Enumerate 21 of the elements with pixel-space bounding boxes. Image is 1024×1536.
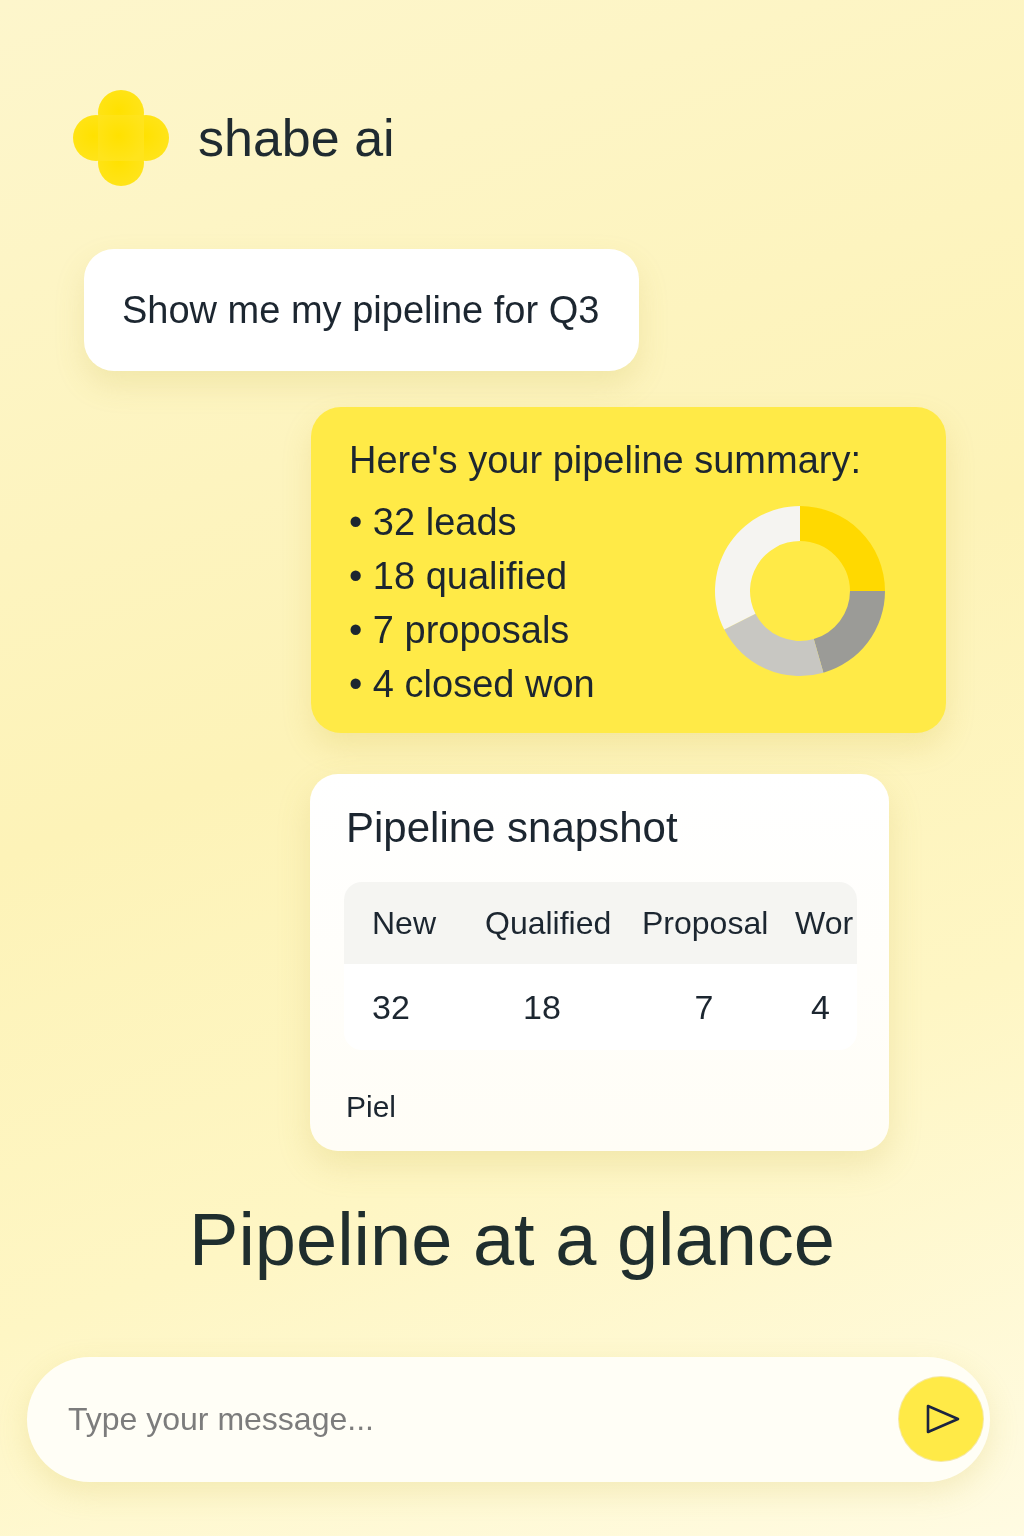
table-cell-text: 18 bbox=[522, 986, 562, 1028]
flower-logo-icon bbox=[73, 90, 169, 186]
card-footer-text: Piel bbox=[346, 1089, 397, 1125]
list-item: • 32 leads bbox=[349, 500, 517, 545]
app-name: shabe ai bbox=[198, 108, 395, 168]
table-cell-text: 32 bbox=[371, 986, 411, 1028]
list-item: • 7 proposals bbox=[349, 608, 570, 653]
column-header: Proposal bbox=[624, 882, 784, 964]
table-cell-text: 4 bbox=[810, 986, 831, 1028]
column-header: Wor bbox=[784, 882, 857, 964]
list-item: • 4 closed won bbox=[349, 662, 595, 707]
card-title: Pipeline snapshot bbox=[346, 803, 678, 853]
send-icon bbox=[926, 1404, 960, 1434]
message-title: Here's your pipeline summary: bbox=[349, 438, 861, 483]
column-header: Qualified bbox=[460, 882, 624, 964]
page-heading: Pipeline at a glance bbox=[189, 1197, 835, 1283]
message-input[interactable]: Type your message... bbox=[27, 1357, 990, 1482]
user-message: Show me my pipeline for Q3 bbox=[84, 249, 640, 371]
list-item: • 18 qualified bbox=[349, 554, 568, 599]
table-cell-text: 7 bbox=[693, 986, 715, 1028]
column-header: New bbox=[344, 882, 460, 964]
